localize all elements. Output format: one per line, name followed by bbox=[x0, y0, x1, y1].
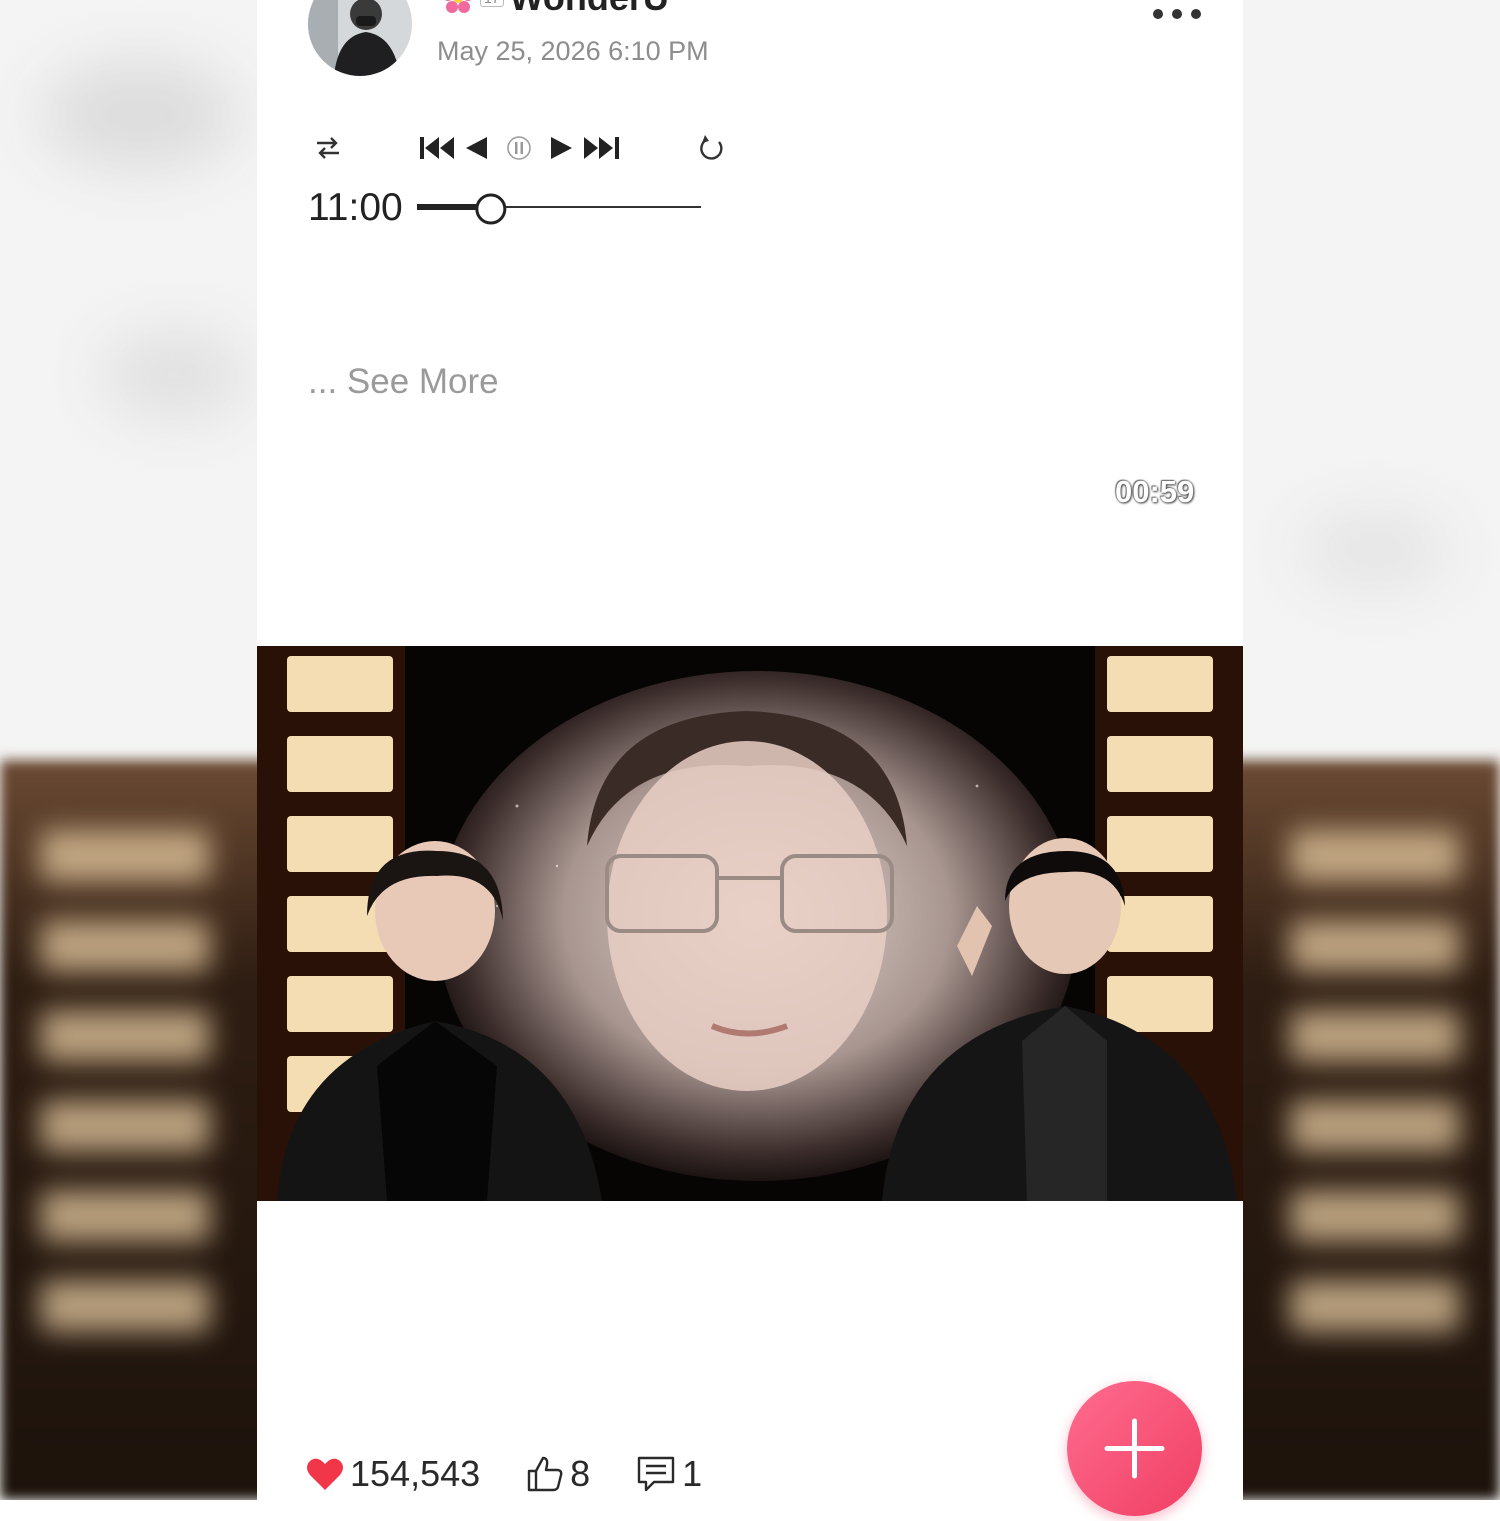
thumbs-up-icon bbox=[527, 1456, 563, 1492]
likes-count: 8 bbox=[570, 1453, 591, 1494]
pause-icon[interactable] bbox=[504, 125, 534, 170]
post-card: 17 WonderU May 25, 2026 6:10 PM 11:00 bbox=[257, 0, 1243, 1516]
avatar[interactable] bbox=[308, 0, 412, 76]
shuffle-icon[interactable] bbox=[308, 125, 348, 170]
hearts-stat[interactable]: 154,543 bbox=[306, 1453, 480, 1495]
current-time: 11:00 bbox=[308, 186, 403, 229]
music-player-controls bbox=[308, 125, 738, 170]
flower-badge-icon bbox=[444, 0, 472, 13]
video-thumbnail[interactable] bbox=[257, 646, 1243, 1201]
heart-icon bbox=[307, 1458, 343, 1490]
progress-slider[interactable] bbox=[414, 185, 704, 231]
create-post-button[interactable] bbox=[1067, 1381, 1202, 1516]
more-options-button[interactable] bbox=[1147, 0, 1207, 34]
username-row[interactable]: 17 WonderU bbox=[442, 0, 669, 18]
hearts-count: 154,543 bbox=[350, 1453, 481, 1494]
post-date: May 25, 2026 6:10 PM bbox=[437, 36, 709, 66]
rewind-icon[interactable] bbox=[461, 125, 491, 170]
comments-count: 1 bbox=[682, 1453, 703, 1494]
repeat-icon[interactable] bbox=[691, 125, 731, 170]
comment-icon bbox=[637, 1456, 675, 1492]
skip-next-icon[interactable] bbox=[581, 125, 621, 170]
video-duration: 00:59 bbox=[1115, 474, 1195, 509]
username[interactable]: WonderU bbox=[510, 0, 669, 19]
play-icon[interactable] bbox=[546, 125, 576, 170]
comments-stat[interactable]: 1 bbox=[636, 1453, 702, 1495]
level-badge: 17 bbox=[480, 0, 504, 7]
post-stats: 154,543 8 1 bbox=[306, 1450, 702, 1498]
see-more-link[interactable]: ... See More bbox=[308, 362, 499, 402]
skip-previous-icon[interactable] bbox=[418, 125, 458, 170]
plus-icon bbox=[1104, 1418, 1165, 1479]
likes-stat[interactable]: 8 bbox=[526, 1453, 590, 1495]
playback-row: 11:00 bbox=[308, 185, 768, 231]
